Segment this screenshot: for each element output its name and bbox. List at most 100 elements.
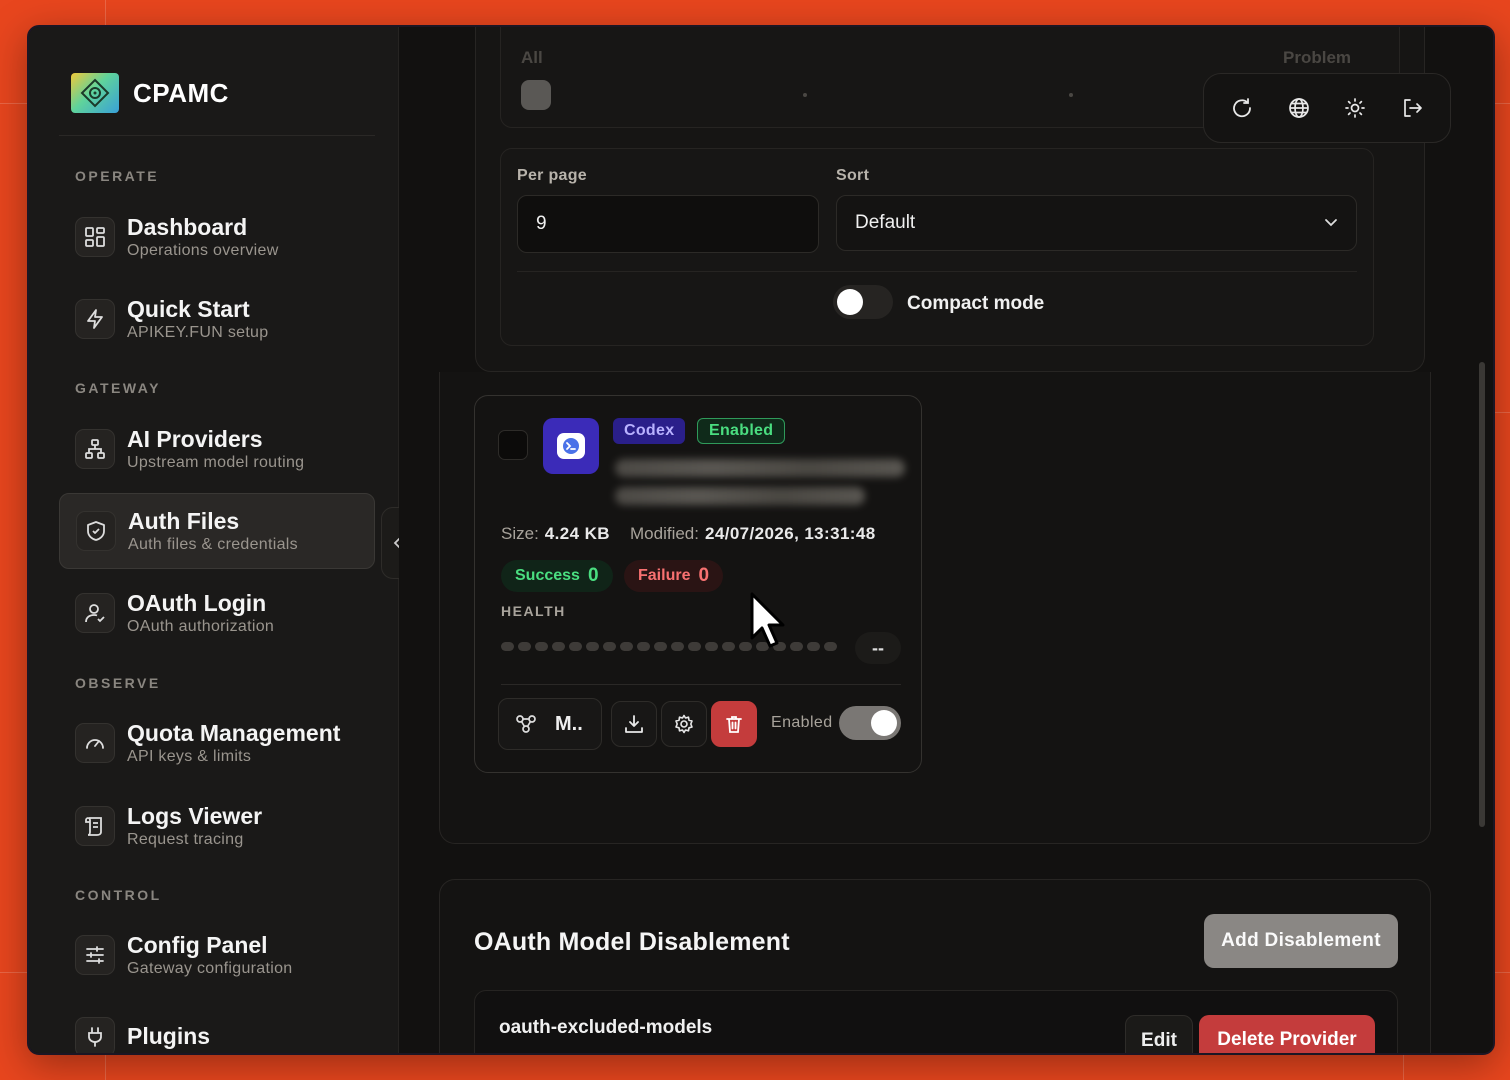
brand-name: CPAMC: [133, 77, 229, 108]
sidebar-item-quick-start[interactable]: Quick Start APIKEY.FUN setup: [59, 281, 375, 357]
sidebar-item-config-panel[interactable]: Config Panel Gateway configuration: [59, 917, 375, 993]
models-button[interactable]: M..: [498, 698, 602, 750]
sidebar-item-plugins[interactable]: Plugins: [59, 999, 375, 1053]
download-button[interactable]: [611, 701, 657, 747]
sort-label: Sort: [836, 167, 870, 184]
sliders-icon: [75, 935, 115, 975]
sidebar-item-oauth-login[interactable]: OAuth Login OAuth authorization: [59, 575, 375, 651]
sidebar-item-subtitle: Upstream model routing: [127, 454, 305, 471]
compact-mode-toggle[interactable]: [833, 285, 893, 319]
shield-icon: [76, 511, 116, 551]
add-disablement-button[interactable]: Add Disablement: [1204, 914, 1398, 968]
status-badge: Enabled: [697, 418, 786, 444]
models-button-label: M..: [555, 712, 583, 735]
delete-button[interactable]: [711, 701, 757, 747]
compact-mode-label: Compact mode: [907, 293, 1045, 314]
per-page-input[interactable]: 9: [517, 195, 819, 253]
sidebar: CPAMC OPERATE Dashboard Operations overv…: [29, 27, 399, 1053]
theme-toggle-button[interactable]: [1335, 88, 1375, 128]
enabled-toggle[interactable]: [839, 706, 901, 740]
gear-icon: [675, 714, 693, 734]
sidebar-item-title: Auth Files: [128, 508, 240, 534]
chevron-down-icon: [1325, 219, 1337, 227]
disablement-row: oauth-excluded-models Edit Delete Provid…: [474, 990, 1398, 1053]
section-operate: OPERATE: [75, 168, 160, 184]
health-value: --: [855, 632, 901, 664]
refresh-icon: [1233, 98, 1252, 118]
per-page-label: Per page: [517, 167, 587, 184]
sort-value: Default: [855, 212, 916, 233]
success-count: 0: [587, 565, 599, 586]
scroll-icon: [75, 806, 115, 846]
success-label: Success: [515, 567, 580, 584]
select-checkbox[interactable]: [498, 430, 528, 460]
failure-label: Failure: [638, 567, 691, 584]
sidebar-item-logs-viewer[interactable]: Logs Viewer Request tracing: [59, 788, 375, 864]
provider-name: oauth-excluded-models: [499, 1017, 713, 1038]
download-icon: [625, 715, 643, 733]
sidebar-item-title: AI Providers: [127, 426, 263, 452]
provider-badge: Codex: [613, 418, 686, 444]
brand[interactable]: CPAMC: [71, 73, 229, 113]
refresh-button[interactable]: [1222, 88, 1262, 128]
top-toolbar: [1203, 73, 1451, 143]
sidebar-item-subtitle: APIKEY.FUN setup: [127, 324, 269, 341]
sidebar-item-subtitle: OAuth authorization: [127, 618, 275, 635]
sidebar-item-title: Config Panel: [127, 932, 268, 958]
sort-select[interactable]: Default: [836, 195, 1357, 251]
section-title: OAuth Model Disablement: [474, 928, 790, 956]
main-content: All Problem Per page 9 Sort Default Comp…: [399, 27, 1493, 1053]
modified-value: 24/07/2026, 13:31:48: [704, 524, 876, 543]
scrollbar[interactable]: [1479, 362, 1485, 827]
failure-count: 0: [698, 565, 710, 586]
success-count-badge: Success 0: [501, 560, 613, 592]
plug-icon: [75, 1017, 115, 1053]
divider: [501, 684, 901, 685]
section-gateway: GATEWAY: [75, 380, 161, 396]
sidebar-item-dashboard[interactable]: Dashboard Operations overview: [59, 199, 375, 275]
divider: [517, 271, 1357, 272]
size-value: 4.24 KB: [544, 524, 610, 543]
modified-label: Modified:: [630, 524, 699, 543]
filter-chip[interactable]: [521, 80, 551, 110]
filter-tab-all[interactable]: All: [521, 48, 543, 68]
auth-file-card[interactable]: Codex Enabled Size: 4.24 KB Modified: 24/0…: [474, 395, 922, 773]
sun-icon: [1345, 98, 1366, 118]
sidebar-item-quota-management[interactable]: Quota Management API keys & limits: [59, 705, 375, 781]
language-button[interactable]: [1279, 88, 1319, 128]
mouse-cursor-icon: [749, 592, 789, 654]
globe-icon: [1288, 98, 1309, 118]
user-check-icon: [75, 593, 115, 633]
dot: [803, 93, 807, 97]
size-label: Size:: [501, 524, 539, 543]
models-network-icon: [516, 715, 536, 733]
logout-icon: [1403, 99, 1422, 117]
sidebar-item-title: Quick Start: [127, 296, 250, 322]
sidebar-item-subtitle: API keys & limits: [127, 748, 252, 765]
sidebar-item-subtitle: Operations overview: [127, 242, 279, 259]
sidebar-item-title: Plugins: [127, 1023, 211, 1049]
file-size: Size: 4.24 KB: [501, 524, 610, 544]
sidebar-item-subtitle: Request tracing: [127, 831, 244, 848]
delete-provider-button[interactable]: Delete Provider: [1199, 1015, 1375, 1053]
dot: [1069, 93, 1073, 97]
sidebar-item-title: Quota Management: [127, 720, 341, 746]
lightning-icon: [75, 299, 115, 339]
sidebar-item-ai-providers[interactable]: AI Providers Upstream model routing: [59, 411, 375, 487]
network-tree-icon: [75, 429, 115, 469]
trash-icon: [726, 716, 742, 733]
app-window: CPAMC OPERATE Dashboard Operations overv…: [27, 25, 1495, 1055]
oauth-disablement-panel: OAuth Model Disablement Add Disablement …: [439, 879, 1431, 1053]
logout-button[interactable]: [1392, 88, 1432, 128]
edit-button[interactable]: Edit: [1125, 1015, 1193, 1053]
gauge-icon: [75, 723, 115, 763]
filter-tab-problem[interactable]: Problem: [1283, 48, 1351, 68]
redacted-filename: [615, 459, 905, 477]
enabled-label: Enabled: [771, 714, 833, 731]
health-label: HEALTH: [501, 603, 566, 619]
codex-provider-icon: [543, 418, 599, 474]
sidebar-item-subtitle: Gateway configuration: [127, 960, 293, 977]
sidebar-item-auth-files[interactable]: Auth Files Auth files & credentials: [59, 493, 375, 569]
settings-button[interactable]: [661, 701, 707, 747]
section-observe: OBSERVE: [75, 675, 161, 691]
